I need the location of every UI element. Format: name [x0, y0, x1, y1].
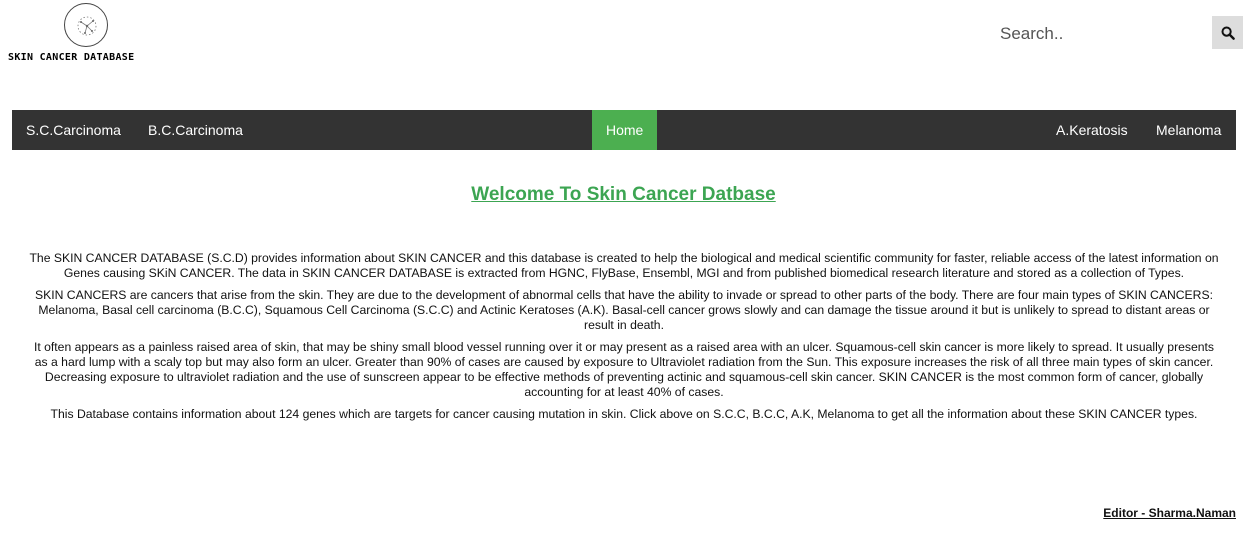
intro-paragraph: This Database contains information about… [50, 407, 1198, 421]
main-navbar: S.C.Carcinoma B.C.Carcinoma Home A.Kerat… [12, 110, 1236, 150]
page-title: Welcome To Skin Cancer Datbase [471, 184, 776, 205]
logo-emblem [64, 3, 108, 47]
intro-paragraph: It often appears as a painless raised ar… [33, 340, 1215, 399]
nav-item-sc-carcinoma[interactable]: S.C.Carcinoma [26, 110, 121, 150]
search-button[interactable] [1212, 16, 1243, 49]
intro-paragraph: SKIN CANCERS are cancers that arise from… [34, 288, 1214, 332]
intro-paragraph: The SKIN CANCER DATABASE (S.C.D) provide… [29, 251, 1219, 280]
search-icon [1221, 26, 1235, 40]
logo-emblem-icon [77, 16, 97, 36]
search-input[interactable] [1000, 18, 1204, 50]
nav-item-a-keratosis[interactable]: A.Keratosis [1056, 110, 1128, 150]
nav-item-melanoma[interactable]: Melanoma [1156, 110, 1221, 150]
nav-item-bc-carcinoma[interactable]: B.C.Carcinoma [148, 110, 243, 150]
nav-item-home[interactable]: Home [592, 110, 658, 150]
editor-credit[interactable]: Editor - Sharma.Naman [1103, 506, 1236, 520]
logo-text: SKIN CANCER DATABASE [8, 52, 135, 63]
intro-content: The SKIN CANCER DATABASE (S.C.D) provide… [26, 251, 1222, 429]
site-logo[interactable]: SKIN CANCER DATABASE [6, 2, 166, 66]
